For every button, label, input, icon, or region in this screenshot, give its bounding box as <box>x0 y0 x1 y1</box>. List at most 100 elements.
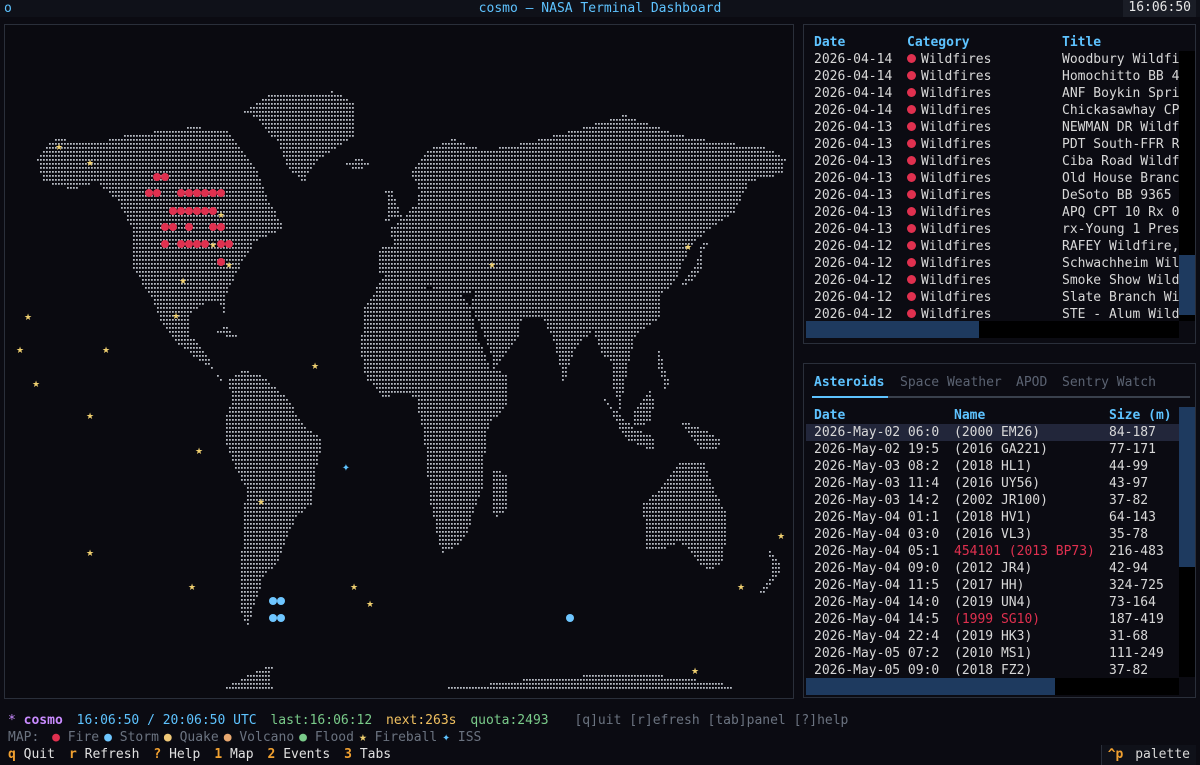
shortcut-events[interactable]: 2 Events <box>268 747 331 762</box>
fireball-marker[interactable]: ★ <box>86 159 94 169</box>
storm-marker[interactable] <box>269 597 277 605</box>
asteroid-row[interactable]: 2026-May-04 14:0 (2019 UN4) 73-164 <box>806 594 1179 611</box>
fireball-marker[interactable]: ★ <box>16 346 24 356</box>
fireball-marker[interactable]: ★ <box>488 261 496 271</box>
event-row[interactable]: 2026-04-14 Wildfires Woodbury Wildfi <box>804 51 1179 68</box>
shortcut-map[interactable]: 1 Map <box>214 747 253 762</box>
fire-marker[interactable] <box>185 207 193 215</box>
fire-marker[interactable] <box>161 173 169 181</box>
storm-marker[interactable] <box>277 597 285 605</box>
asteroids-hscroll-thumb[interactable] <box>806 678 1055 695</box>
storm-marker[interactable] <box>566 614 574 622</box>
tab-sentry-watch[interactable]: Sentry Watch <box>1062 374 1156 391</box>
tab-asteroids[interactable]: Asteroids <box>814 374 884 391</box>
fireball-marker[interactable]: ★ <box>86 412 94 422</box>
fireball-marker[interactable]: ★ <box>86 549 94 559</box>
fire-marker[interactable] <box>177 189 185 197</box>
event-row[interactable]: 2026-04-14 Wildfires Chickasawhay CP <box>804 102 1179 119</box>
fire-marker[interactable] <box>161 240 169 248</box>
shortcut-help[interactable]: ? Help <box>153 747 200 762</box>
event-row[interactable]: 2026-04-13 Wildfires APQ CPT 10 Rx 0 <box>804 204 1179 221</box>
event-row[interactable]: 2026-04-13 Wildfires Ciba Road Wildf <box>804 153 1179 170</box>
event-row[interactable]: 2026-04-13 Wildfires Old House Branc <box>804 170 1179 187</box>
fire-marker[interactable] <box>193 189 201 197</box>
fire-marker[interactable] <box>169 207 177 215</box>
fireball-marker[interactable]: ★ <box>172 312 180 322</box>
event-row[interactable]: 2026-04-13 Wildfires PDT South-FFR R <box>804 136 1179 153</box>
fire-marker[interactable] <box>217 189 225 197</box>
storm-marker[interactable] <box>277 614 285 622</box>
fire-marker[interactable] <box>185 240 193 248</box>
fire-marker[interactable] <box>201 240 209 248</box>
asteroid-row[interactable]: 2026-May-03 14:2 (2002 JR100) 37-82 <box>806 492 1179 509</box>
event-row[interactable]: 2026-04-14 Wildfires Homochitto BB 4 <box>804 68 1179 85</box>
asteroid-row[interactable]: 2026-May-04 01:1 (2018 HV1) 64-143 <box>806 509 1179 526</box>
event-row[interactable]: 2026-04-14 Wildfires ANF Boykin Spri <box>804 85 1179 102</box>
fireball-marker[interactable]: ★ <box>350 583 358 593</box>
event-row[interactable]: 2026-04-12 Wildfires Schwachheim Wil <box>804 255 1179 272</box>
tab-apod[interactable]: APOD <box>1016 374 1047 391</box>
event-row[interactable]: 2026-04-12 Wildfires RAFEY Wildfire, <box>804 238 1179 255</box>
fireball-marker[interactable]: ★ <box>691 667 699 677</box>
tab-space-weather[interactable]: Space Weather <box>900 374 1002 391</box>
fire-marker[interactable] <box>153 189 161 197</box>
fireball-marker[interactable]: ★ <box>777 532 785 542</box>
fireball-marker[interactable]: ★ <box>55 143 63 153</box>
event-row[interactable]: 2026-04-13 Wildfires NEWMAN DR Wildf <box>804 119 1179 136</box>
fire-marker[interactable] <box>185 223 193 231</box>
fireball-marker[interactable]: ★ <box>684 243 692 253</box>
fire-marker[interactable] <box>217 258 225 266</box>
fire-marker[interactable] <box>225 240 233 248</box>
fire-marker[interactable] <box>145 189 153 197</box>
asteroid-row[interactable]: 2026-May-04 03:0 (2016 VL3) 35-78 <box>806 526 1179 543</box>
event-row[interactable]: 2026-04-12 Wildfires Slate Branch Wi <box>804 289 1179 306</box>
asteroid-row[interactable]: 2026-May-05 07:2 (2010 MS1) 111-249 <box>806 645 1179 662</box>
fireball-marker[interactable]: ★ <box>366 600 374 610</box>
shortcut-tabs[interactable]: 3 Tabs <box>344 747 391 762</box>
fireball-marker[interactable]: ★ <box>737 583 745 593</box>
events-hscroll-thumb[interactable] <box>806 321 979 338</box>
fireball-marker[interactable]: ★ <box>257 498 265 508</box>
fireball-marker[interactable]: ★ <box>217 211 225 221</box>
fire-marker[interactable] <box>185 189 193 197</box>
asteroid-row[interactable]: 2026-May-04 11:5 (2017 HH) 324-725 <box>806 577 1179 594</box>
events-panel[interactable]: Date Category Title 2026-04-14 Wildfires W… <box>803 24 1196 344</box>
fire-marker[interactable] <box>169 223 177 231</box>
asteroid-row[interactable]: 2026-May-04 09:0 (2012 JR4) 42-94 <box>806 560 1179 577</box>
fire-marker[interactable] <box>161 223 169 231</box>
fire-marker[interactable] <box>153 173 161 181</box>
fire-marker[interactable] <box>177 240 185 248</box>
asteroid-row[interactable]: 2026-May-04 22:4 (2019 HK3) 31-68 <box>806 628 1179 645</box>
fire-marker[interactable] <box>217 240 225 248</box>
fire-marker[interactable] <box>209 223 217 231</box>
shortcut-refresh[interactable]: r Refresh <box>69 747 139 762</box>
shortcut-quit[interactable]: q Quit <box>8 747 55 762</box>
fire-marker[interactable] <box>201 189 209 197</box>
fire-marker[interactable] <box>209 189 217 197</box>
fireball-marker[interactable]: ★ <box>225 261 233 271</box>
asteroid-row[interactable]: 2026-May-04 14:5 (1999 SG10) 187-419 <box>806 611 1179 628</box>
asteroids-vscroll-thumb[interactable] <box>1179 407 1195 567</box>
fire-marker[interactable] <box>201 207 209 215</box>
fire-marker[interactable] <box>193 240 201 248</box>
asteroid-row[interactable]: 2026-May-05 09:0 (2018 FZ2) 37-82 <box>806 662 1179 679</box>
fireball-marker[interactable]: ★ <box>195 447 203 457</box>
tabs-panel[interactable]: Asteroids Space Weather APOD Sentry Watc… <box>803 363 1196 698</box>
fire-marker[interactable] <box>217 223 225 231</box>
event-row[interactable]: 2026-04-13 Wildfires DeSoto BB 9365 <box>804 187 1179 204</box>
fireball-marker[interactable]: ★ <box>24 313 32 323</box>
fire-marker[interactable] <box>193 207 201 215</box>
fire-marker[interactable] <box>209 207 217 215</box>
events-vscroll-thumb[interactable] <box>1179 255 1195 315</box>
asteroid-row[interactable]: 2026-May-04 05:1 454101 (2013 BP73) 216-48… <box>806 543 1179 560</box>
palette-button[interactable]: ^p palette <box>1100 745 1196 765</box>
fireball-marker[interactable]: ★ <box>179 277 187 287</box>
world-map-panel[interactable]: ★ ★ ★ ★ ★ ★ ★ ★ ★ ★ ★ ★ ★ ★ ★ ★ ★ ★ ★ ★ ★ ★ ★ ★ ✦ <box>4 24 794 699</box>
event-row[interactable]: 2026-04-13 Wildfires rx-Young 1 Pres <box>804 221 1179 238</box>
fireball-marker[interactable]: ★ <box>188 583 196 593</box>
asteroid-row[interactable]: 2026-May-03 11:4 (2016 UY56) 43-97 <box>806 475 1179 492</box>
iss-marker[interactable]: ✦ <box>342 463 350 474</box>
fireball-marker[interactable]: ★ <box>311 362 319 372</box>
storm-marker[interactable] <box>269 614 277 622</box>
asteroid-row[interactable]: 2026-May-02 19:5 (2016 GA221) 77-171 <box>806 441 1179 458</box>
